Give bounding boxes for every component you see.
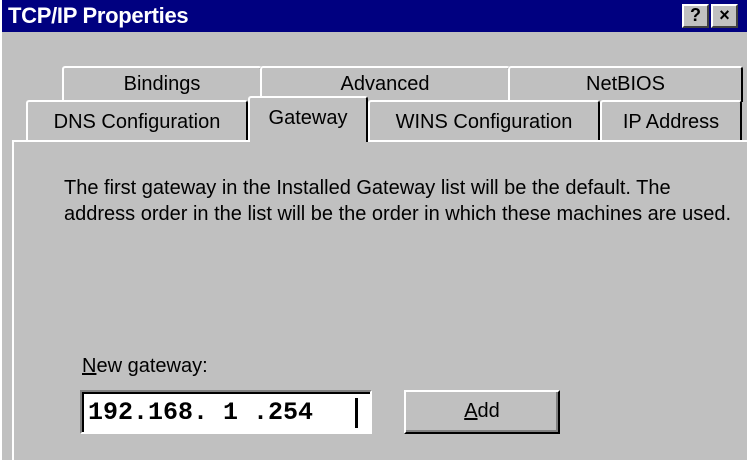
close-button[interactable]: × xyxy=(711,4,738,28)
add-gateway-button[interactable]: Add xyxy=(404,390,560,434)
tcpip-properties-dialog: TCP/IP Properties ? × Bindings Advanced … xyxy=(0,0,747,460)
new-gateway-label-text: ew gateway: xyxy=(96,355,208,377)
help-button[interactable]: ? xyxy=(682,4,709,28)
text-caret xyxy=(355,398,358,428)
question-mark-icon: ? xyxy=(690,5,701,25)
tab-netbios[interactable]: NetBIOS xyxy=(508,66,743,102)
close-icon: × xyxy=(719,5,730,25)
new-gateway-ip-input[interactable]: 192.168. 1 .254 xyxy=(80,390,372,434)
tab-dns-configuration[interactable]: DNS Configuration xyxy=(26,100,248,142)
add-button-accel: A xyxy=(464,400,478,422)
title-bar: TCP/IP Properties ? × xyxy=(2,0,747,32)
window-title: TCP/IP Properties xyxy=(8,3,189,28)
new-gateway-label-accel: N xyxy=(82,355,97,377)
add-button-text: dd xyxy=(477,400,500,422)
tab-gateway[interactable]: Gateway xyxy=(248,96,368,142)
new-gateway-label: New gateway: xyxy=(82,355,208,378)
tab-wins-configuration[interactable]: WINS Configuration xyxy=(368,100,600,142)
tab-ip-address[interactable]: IP Address xyxy=(600,100,742,142)
new-gateway-ip-value: 192.168. 1 .254 xyxy=(88,398,314,427)
tab-bindings[interactable]: Bindings xyxy=(62,66,262,102)
gateway-description: The first gateway in the Installed Gatew… xyxy=(64,177,732,225)
